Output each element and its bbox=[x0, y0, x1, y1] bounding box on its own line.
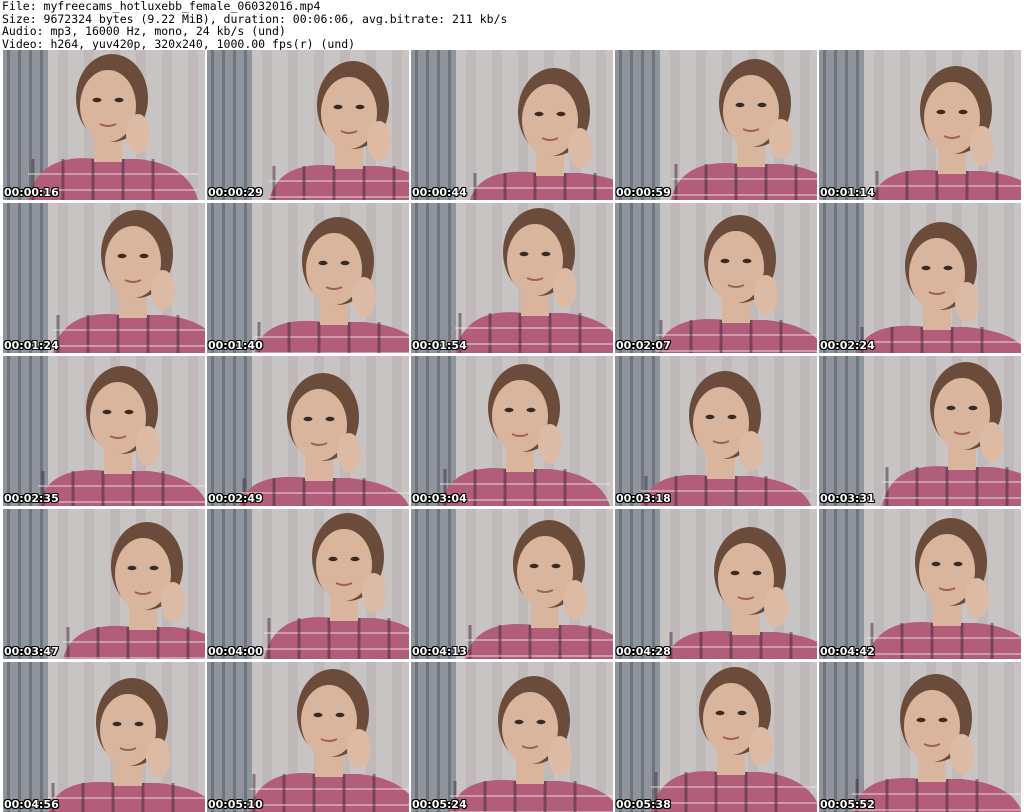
video-thumbnail: 00:02:24 bbox=[819, 203, 1021, 353]
webcam-frame-image bbox=[3, 356, 205, 506]
video-thumbnail: 00:03:04 bbox=[411, 356, 613, 506]
frame-timestamp: 00:00:44 bbox=[412, 186, 467, 199]
video-thumbnail: 00:03:18 bbox=[615, 356, 817, 506]
webcam-frame-image bbox=[411, 509, 613, 659]
video-info-line: Video: h264, yuv420p, 320x240, 1000.00 f… bbox=[2, 37, 356, 50]
video-thumbnail: 00:05:38 bbox=[615, 662, 817, 812]
webcam-frame-image bbox=[3, 50, 205, 200]
frame-timestamp: 00:00:16 bbox=[4, 186, 59, 199]
audio-info-line: Audio: mp3, 16000 Hz, mono, 24 kb/s (und… bbox=[2, 25, 286, 38]
webcam-frame-image bbox=[3, 662, 205, 812]
webcam-frame-image bbox=[207, 509, 409, 659]
frame-timestamp: 00:02:24 bbox=[820, 339, 875, 352]
video-thumbnail: 00:05:10 bbox=[207, 662, 409, 812]
webcam-frame-image bbox=[411, 356, 613, 506]
video-thumbnail: 00:01:14 bbox=[819, 50, 1021, 200]
frame-timestamp: 00:02:49 bbox=[208, 492, 263, 505]
webcam-frame-image bbox=[819, 356, 1021, 506]
video-thumbnail: 00:04:00 bbox=[207, 509, 409, 659]
video-thumbnail: 00:02:07 bbox=[615, 203, 817, 353]
video-thumbnail: 00:01:54 bbox=[411, 203, 613, 353]
frame-timestamp: 00:03:18 bbox=[616, 492, 671, 505]
frame-timestamp: 00:05:38 bbox=[616, 798, 671, 811]
video-thumbnail: 00:00:44 bbox=[411, 50, 613, 200]
video-thumbnail: 00:01:40 bbox=[207, 203, 409, 353]
webcam-frame-image bbox=[3, 203, 205, 353]
webcam-frame-image bbox=[411, 662, 613, 812]
frame-timestamp: 00:01:24 bbox=[4, 339, 59, 352]
webcam-frame-image bbox=[207, 203, 409, 353]
webcam-frame-image bbox=[615, 203, 817, 353]
video-thumbnail: 00:04:28 bbox=[615, 509, 817, 659]
frame-timestamp: 00:04:28 bbox=[616, 645, 671, 658]
webcam-frame-image bbox=[819, 203, 1021, 353]
frame-timestamp: 00:05:52 bbox=[820, 798, 875, 811]
video-thumbnail: 00:02:35 bbox=[3, 356, 205, 506]
webcam-frame-image bbox=[615, 50, 817, 200]
frame-timestamp: 00:00:29 bbox=[208, 186, 263, 199]
webcam-frame-image bbox=[207, 50, 409, 200]
frame-timestamp: 00:04:00 bbox=[208, 645, 263, 658]
file-size-line: Size: 9672324 bytes (9.22 MiB), duration… bbox=[2, 12, 508, 25]
video-thumbnail: 00:05:52 bbox=[819, 662, 1021, 812]
frame-timestamp: 00:02:07 bbox=[616, 339, 671, 352]
webcam-frame-image bbox=[207, 662, 409, 812]
frame-timestamp: 00:01:40 bbox=[208, 339, 263, 352]
video-thumbnail: 00:03:47 bbox=[3, 509, 205, 659]
video-thumbnail: 00:02:49 bbox=[207, 356, 409, 506]
webcam-frame-image bbox=[411, 203, 613, 353]
file-name-line: File: myfreecams_hotluxebb_female_060320… bbox=[2, 0, 321, 13]
frame-timestamp: 00:05:24 bbox=[412, 798, 467, 811]
frame-timestamp: 00:03:47 bbox=[4, 645, 59, 658]
webcam-frame-image bbox=[819, 662, 1021, 812]
video-thumbnail: 00:04:42 bbox=[819, 509, 1021, 659]
webcam-frame-image bbox=[411, 50, 613, 200]
frame-timestamp: 00:04:56 bbox=[4, 798, 59, 811]
frame-timestamp: 00:04:42 bbox=[820, 645, 875, 658]
frame-timestamp: 00:00:59 bbox=[616, 186, 671, 199]
frame-timestamp: 00:02:35 bbox=[4, 492, 59, 505]
frame-timestamp: 00:01:54 bbox=[412, 339, 467, 352]
video-thumbnail: 00:04:56 bbox=[3, 662, 205, 812]
webcam-frame-image bbox=[819, 50, 1021, 200]
frame-timestamp: 00:01:14 bbox=[820, 186, 875, 199]
frame-timestamp: 00:03:04 bbox=[412, 492, 467, 505]
video-thumbnail: 00:04:13 bbox=[411, 509, 613, 659]
webcam-frame-image bbox=[819, 509, 1021, 659]
video-thumbnail: 00:00:59 bbox=[615, 50, 817, 200]
frame-timestamp: 00:05:10 bbox=[208, 798, 263, 811]
video-thumbnail: 00:01:24 bbox=[3, 203, 205, 353]
video-thumbnail: 00:00:16 bbox=[3, 50, 205, 200]
video-thumbnail: 00:03:31 bbox=[819, 356, 1021, 506]
webcam-frame-image bbox=[207, 356, 409, 506]
video-thumbnail: 00:00:29 bbox=[207, 50, 409, 200]
thumbnail-grid: 00:00:16 00:00:29 00:00:44 00:00:59 00:01:14… bbox=[0, 50, 1024, 812]
metadata-header: File: myfreecams_hotluxebb_female_060320… bbox=[2, 0, 1022, 50]
video-thumbnail: 00:05:24 bbox=[411, 662, 613, 812]
frame-timestamp: 00:04:13 bbox=[412, 645, 467, 658]
webcam-frame-image bbox=[615, 356, 817, 506]
webcam-frame-image bbox=[615, 662, 817, 812]
webcam-frame-image bbox=[615, 509, 817, 659]
frame-timestamp: 00:03:31 bbox=[820, 492, 875, 505]
webcam-frame-image bbox=[3, 509, 205, 659]
